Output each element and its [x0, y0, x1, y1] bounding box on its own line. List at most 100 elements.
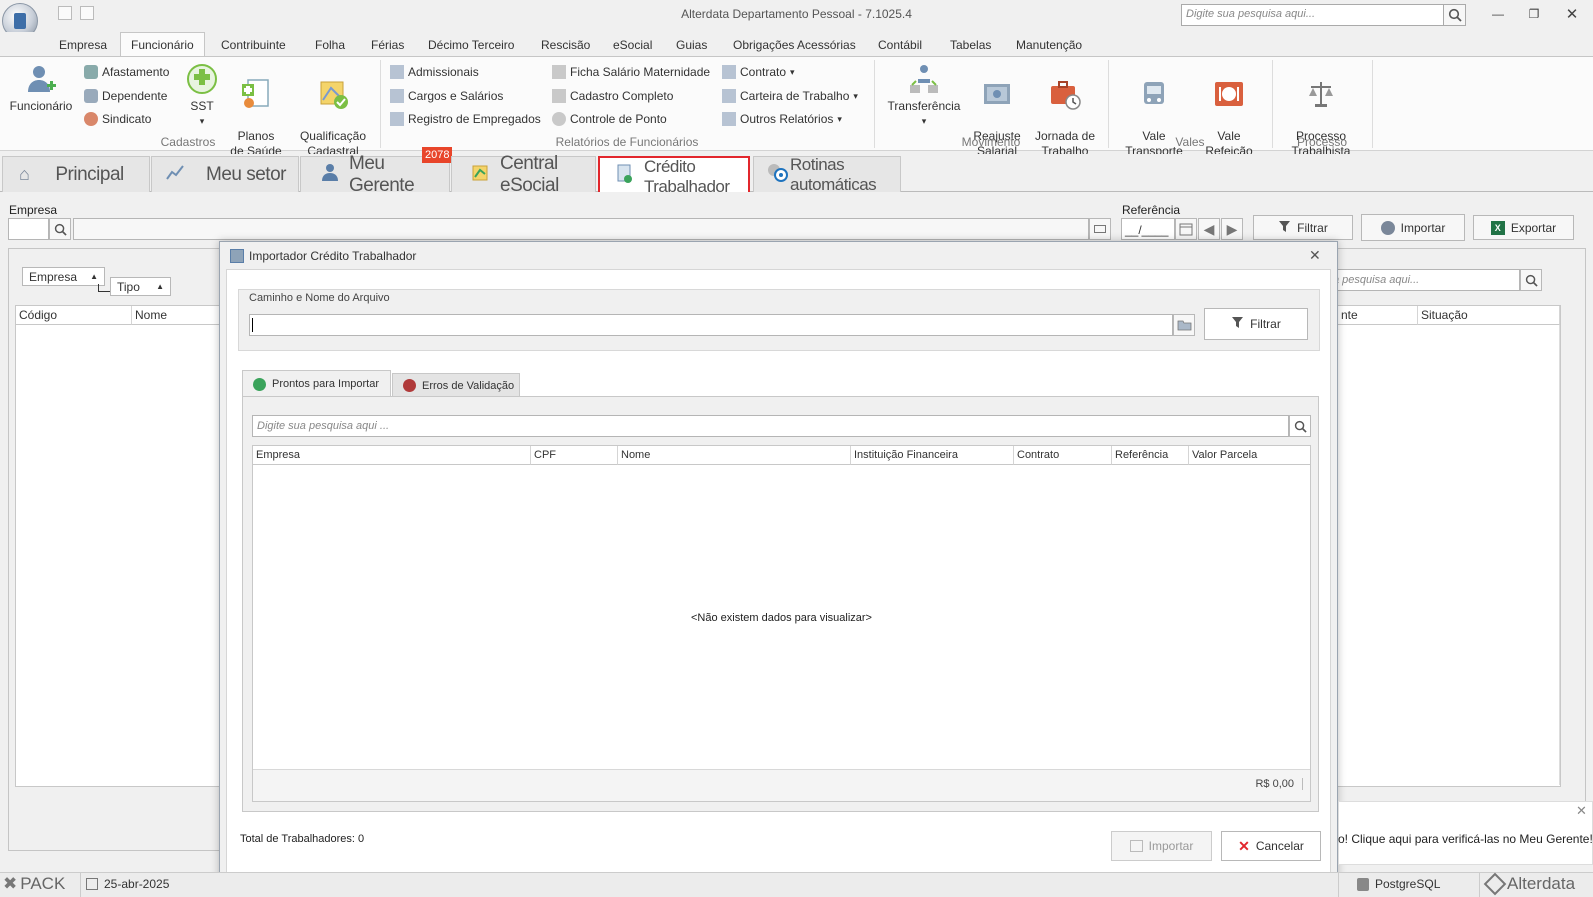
column-instituicao-financeira[interactable]: Instituição Financeira: [851, 446, 1014, 465]
date-status[interactable]: 25-abr-2025: [86, 877, 169, 891]
column-nome[interactable]: Nome: [618, 446, 851, 465]
funcionario-button[interactable]: Funcionário: [6, 63, 76, 114]
close-icon[interactable]: ✕: [1559, 5, 1585, 23]
grid-search-icon[interactable]: [1520, 269, 1542, 291]
group-empresa-label: Empresa: [29, 269, 78, 284]
menu-empresa[interactable]: Empresa: [57, 35, 109, 55]
column-contrato[interactable]: Contrato: [1014, 446, 1112, 465]
registro-label: Registro de Empregados: [408, 112, 541, 126]
column-codigo[interactable]: Código: [16, 306, 132, 325]
empresa-code-input[interactable]: [8, 218, 49, 240]
transferencia-button[interactable]: Transferência ▾: [884, 63, 964, 129]
cargos-salarios-button[interactable]: Cargos e Salários: [390, 86, 503, 106]
tab-rotinas-automaticas[interactable]: Rotinas automáticas: [753, 154, 901, 194]
controle-label: Controle de Ponto: [570, 112, 667, 126]
tab-meu-setor[interactable]: Meu setor: [151, 156, 299, 192]
filtrar-main-button[interactable]: Filtrar: [1253, 215, 1353, 240]
tab-credito-trabalhador[interactable]: Crédito Trabalhador: [598, 156, 750, 197]
menu-decimo-terceiro[interactable]: Décimo Terceiro: [426, 35, 516, 55]
column-referencia[interactable]: Referência: [1112, 446, 1189, 465]
filtrar-dialog-button[interactable]: Filtrar: [1204, 308, 1308, 340]
exportar-main-button[interactable]: X Exportar: [1473, 215, 1574, 240]
importar-main-label: Importar: [1400, 220, 1446, 235]
dialog-close-icon[interactable]: ✕: [1309, 247, 1321, 264]
folder-open-icon[interactable]: [1173, 314, 1195, 336]
tab-erros-validacao[interactable]: Erros de Validação: [392, 373, 520, 397]
group-label-movimento: Movimento: [961, 135, 1021, 149]
menu-tabelas[interactable]: Tabelas: [948, 35, 993, 55]
menu-rescisao[interactable]: Rescisão: [539, 35, 592, 55]
grid-search-input[interactable]: a pesquisa aqui...: [1330, 269, 1520, 291]
menu-guias[interactable]: Guias: [674, 35, 709, 55]
filter-icon: [1231, 316, 1244, 332]
column-valor-parcela[interactable]: Valor Parcela: [1189, 446, 1310, 465]
restore-icon[interactable]: ❐: [1521, 5, 1547, 23]
calendar-icon: [86, 878, 98, 890]
sindicato-button[interactable]: Sindicato: [84, 109, 151, 129]
calendar-icon[interactable]: [1175, 218, 1197, 240]
menu-manutencao[interactable]: Manutenção: [1014, 35, 1084, 55]
cancel-x-icon: ✕: [1238, 837, 1250, 854]
pack-status[interactable]: ✖ PACK: [3, 874, 65, 894]
empresa-list-icon[interactable]: [1089, 218, 1111, 240]
tab-credito-label: Crédito Trabalhador: [644, 156, 730, 196]
search-icon[interactable]: [1444, 4, 1466, 26]
menu-contabil[interactable]: Contábil: [876, 35, 924, 55]
column-situacao[interactable]: Situação: [1418, 306, 1560, 325]
grid-divider: [1559, 325, 1560, 785]
salary-icon: [981, 78, 1013, 110]
menu-funcionario[interactable]: Funcionário: [120, 32, 205, 57]
contract-icon: [722, 65, 736, 79]
group-by-tipo[interactable]: Tipo ▲: [110, 277, 171, 296]
menu-obrigacoes[interactable]: Obrigações Acessórias: [731, 35, 858, 55]
total-valor-parcela: R$ 0,00: [1190, 778, 1303, 790]
empty-grid-message: <Não existem dados para visualizar>: [691, 612, 872, 624]
dependente-button[interactable]: Dependente: [84, 86, 167, 106]
tab-principal[interactable]: ⌂ Principal: [2, 156, 150, 192]
outros-relatorios-button[interactable]: Outros Relatórios ▾: [722, 109, 842, 129]
excel-icon: X: [1490, 220, 1505, 235]
report-icon: [390, 112, 404, 126]
tab-central-esocial[interactable]: Central eSocial: [451, 153, 596, 196]
importar-dialog-button[interactable]: Importar: [1111, 831, 1212, 861]
column-ente[interactable]: nte: [1338, 306, 1418, 325]
import-icon: [1129, 840, 1143, 852]
notification-close-icon[interactable]: ✕: [1576, 803, 1587, 819]
sst-dropdown-icon: ▾: [199, 116, 205, 126]
ficha-salario-maternidade-button[interactable]: Ficha Salário Maternidade: [552, 62, 710, 82]
global-search-input[interactable]: Digite sua pesquisa aqui...: [1181, 4, 1444, 26]
tab-prontos-importar[interactable]: Prontos para Importar: [242, 370, 391, 397]
dialog-search-input[interactable]: Digite sua pesquisa aqui ...: [252, 415, 1289, 437]
contrato-button[interactable]: Contrato ▾: [722, 62, 795, 82]
group-label-processo: Processo: [1296, 135, 1348, 149]
column-cpf[interactable]: CPF: [531, 446, 618, 465]
arrow-right-icon[interactable]: ▶: [1221, 218, 1243, 240]
file-path-input[interactable]: [249, 314, 1173, 336]
sst-button[interactable]: SST ▾: [181, 63, 223, 129]
column-nome[interactable]: Nome: [132, 306, 220, 325]
empresa-search-icon[interactable]: [49, 218, 71, 240]
minimize-icon[interactable]: —: [1485, 5, 1511, 23]
transferencia-label: Transferência: [887, 99, 961, 113]
registro-empregados-button[interactable]: Registro de Empregados: [390, 109, 541, 129]
menu-contribuinte[interactable]: Contribuinte: [219, 35, 288, 55]
carteira-trabalho-button[interactable]: Carteira de Trabalho ▾: [722, 86, 858, 106]
cadastro-completo-button[interactable]: Cadastro Completo: [552, 86, 673, 106]
admissionais-button[interactable]: Admissionais: [390, 62, 479, 82]
menu-ferias[interactable]: Férias: [369, 35, 406, 55]
union-icon: [84, 112, 98, 126]
group-by-empresa[interactable]: Empresa ▲: [22, 267, 105, 286]
tab-rotinas-label: Rotinas automáticas: [790, 154, 877, 194]
afastamento-button[interactable]: Afastamento: [84, 62, 169, 82]
dialog-search-icon[interactable]: [1289, 415, 1311, 437]
alterdata-logo-icon: [1483, 872, 1507, 896]
controle-ponto-button[interactable]: Controle de Ponto: [552, 109, 667, 129]
column-empresa[interactable]: Empresa: [253, 446, 531, 465]
importar-main-button[interactable]: Importar: [1361, 214, 1465, 241]
bus-icon: [1138, 78, 1170, 110]
cancelar-button[interactable]: ✕ Cancelar: [1221, 831, 1321, 861]
arrow-left-icon[interactable]: ◀: [1198, 218, 1220, 240]
menu-folha[interactable]: Folha: [313, 35, 347, 55]
referencia-input[interactable]: __/____: [1121, 218, 1175, 240]
menu-esocial[interactable]: eSocial: [611, 35, 654, 55]
